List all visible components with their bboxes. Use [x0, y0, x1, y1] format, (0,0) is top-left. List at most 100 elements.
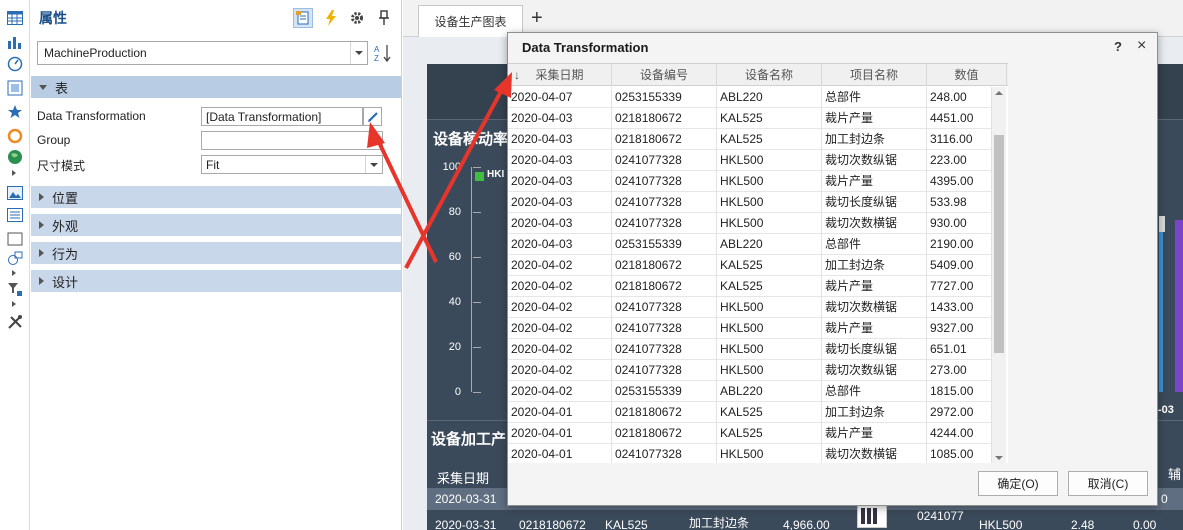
cell-value[interactable]: 930.00 [927, 213, 992, 234]
category-behavior[interactable]: 行为 [31, 242, 401, 264]
table-row[interactable]: 2020-04-02 0241077328 HKL500 裁切次数横锯 1433.00 [508, 297, 992, 318]
cell-equipment-name[interactable]: ABL220 [717, 234, 822, 255]
cell-date[interactable]: 2020-04-02 [508, 318, 612, 339]
cell-date[interactable]: 2020-04-03 [508, 213, 612, 234]
vertical-scrollbar[interactable] [992, 87, 1006, 463]
filter-tree-icon[interactable] [6, 280, 24, 298]
category-design[interactable]: 设计 [31, 270, 401, 292]
data-transformation-field[interactable]: [Data Transformation] [201, 107, 363, 126]
column-header-equipment-code[interactable]: 设备编号 [612, 64, 717, 86]
cell-value[interactable]: 1815.00 [927, 381, 992, 402]
cell-equipment-code[interactable]: 0218180672 [612, 129, 717, 150]
cell-date[interactable]: 2020-04-02 [508, 276, 612, 297]
tools-icon[interactable] [6, 313, 24, 331]
cell-date[interactable]: 2020-04-03 [508, 150, 612, 171]
table-row[interactable]: 2020-04-02 0241077328 HKL500 裁切长度纵锯 651.01 [508, 339, 992, 360]
cell-date[interactable]: 2020-04-02 [508, 339, 612, 360]
cell-item-name[interactable]: 裁切次数横锯 [822, 297, 927, 318]
table-row[interactable]: 2020-04-02 0218180672 KAL525 裁片产量 7727.00 [508, 276, 992, 297]
cell-item-name[interactable]: 裁切次数横锯 [822, 444, 927, 463]
add-tab-button[interactable]: + [531, 8, 543, 28]
cell-item-name[interactable]: 加工封边条 [822, 255, 927, 276]
cell-value[interactable]: 3116.00 [927, 129, 992, 150]
table-row[interactable]: 2020-04-03 0241077328 HKL500 裁片产量 4395.00 [508, 171, 992, 192]
rectangle-icon[interactable] [6, 230, 24, 248]
cell-equipment-code[interactable]: 0253155339 [612, 234, 717, 255]
edit-pencil-button[interactable] [363, 107, 382, 126]
cell-equipment-name[interactable]: KAL525 [717, 108, 822, 129]
table-row[interactable]: 2020-04-01 0218180672 KAL525 加工封边条 2972.00 [508, 402, 992, 423]
scroll-up-icon[interactable] [995, 91, 1003, 95]
cell-equipment-name[interactable]: KAL525 [717, 276, 822, 297]
cell-value[interactable]: 273.00 [927, 360, 992, 381]
cell-equipment-name[interactable]: KAL525 [717, 129, 822, 150]
cell-equipment-name[interactable]: ABL220 [717, 87, 822, 108]
donut-icon[interactable] [6, 127, 24, 145]
cell-equipment-code[interactable]: 0241077328 [612, 318, 717, 339]
expand-caret-icon[interactable] [12, 301, 16, 307]
close-icon[interactable]: × [1137, 37, 1146, 55]
table-row[interactable]: 2020-04-02 0253155339 ABL220 总部件 1815.00 [508, 381, 992, 402]
size-mode-select[interactable]: Fit [201, 155, 383, 174]
cell-item-name[interactable]: 裁片产量 [822, 171, 927, 192]
sort-az-icon[interactable]: AZ [373, 43, 393, 63]
cell-equipment-code[interactable]: 0253155339 [612, 381, 717, 402]
cell-equipment-name[interactable]: ABL220 [717, 381, 822, 402]
cell-equipment-name[interactable]: HKL500 [717, 192, 822, 213]
cell-item-name[interactable]: 总部件 [822, 234, 927, 255]
cell-value[interactable]: 4244.00 [927, 423, 992, 444]
cell-date[interactable]: 2020-04-02 [508, 381, 612, 402]
cell-item-name[interactable]: 裁片产量 [822, 318, 927, 339]
component-selector[interactable]: MachineProduction [37, 41, 368, 65]
cell-value[interactable]: 7727.00 [927, 276, 992, 297]
cell-item-name[interactable]: 裁切次数纵锯 [822, 150, 927, 171]
settings-gear-icon[interactable] [347, 8, 367, 28]
ok-button[interactable]: 确定(O) [978, 471, 1058, 496]
cell-value[interactable]: 223.00 [927, 150, 992, 171]
cell-date[interactable]: 2020-04-02 [508, 297, 612, 318]
table-row[interactable]: 2020-04-03 0241077328 HKL500 裁切次数纵锯 223.00 [508, 150, 992, 171]
cell-equipment-code[interactable]: 0241077328 [612, 360, 717, 381]
dropdown-arrow-icon[interactable] [350, 42, 367, 64]
table-row[interactable]: 2020-04-03 0241077328 HKL500 裁切长度纵锯 533.98 [508, 192, 992, 213]
cell-equipment-name[interactable]: HKL500 [717, 150, 822, 171]
cell-date[interactable]: 2020-04-03 [508, 129, 612, 150]
table-row[interactable]: 2020-04-02 0241077328 HKL500 裁片产量 9327.00 [508, 318, 992, 339]
cell-item-name[interactable]: 裁切长度纵锯 [822, 192, 927, 213]
cell-item-name[interactable]: 总部件 [822, 87, 927, 108]
column-header-value[interactable]: 数值 [927, 64, 1007, 86]
cell-date[interactable]: 2020-04-07 [508, 87, 612, 108]
cell-equipment-name[interactable]: HKL500 [717, 339, 822, 360]
category-table[interactable]: 表 [31, 76, 401, 98]
cell-equipment-name[interactable]: HKL500 [717, 444, 822, 463]
cell-equipment-code[interactable]: 0241077328 [612, 339, 717, 360]
cell-equipment-code[interactable]: 0218180672 [612, 108, 717, 129]
pin-icon[interactable] [374, 8, 394, 28]
scrollbar-thumb[interactable] [994, 135, 1004, 353]
cell-value[interactable]: 533.98 [927, 192, 992, 213]
cell-equipment-code[interactable]: 0218180672 [612, 255, 717, 276]
cell-item-name[interactable]: 裁切长度纵锯 [822, 339, 927, 360]
cell-date[interactable]: 2020-04-03 [508, 234, 612, 255]
cell-equipment-code[interactable]: 0218180672 [612, 423, 717, 444]
cell-item-name[interactable]: 加工封边条 [822, 402, 927, 423]
table-row[interactable]: 2020-04-03 0218180672 KAL525 裁片产量 4451.00 [508, 108, 992, 129]
cell-value[interactable]: 248.00 [927, 87, 992, 108]
cell-value[interactable]: 2972.00 [927, 402, 992, 423]
panel-icon[interactable] [6, 206, 24, 224]
table-row[interactable]: 2020-04-03 0241077328 HKL500 裁切次数横锯 930.00 [508, 213, 992, 234]
table-row[interactable]: 2020-04-01 0218180672 KAL525 裁片产量 4244.00 [508, 423, 992, 444]
cell-equipment-code[interactable]: 0218180672 [612, 276, 717, 297]
table-row[interactable]: 2020-04-02 0218180672 KAL525 加工封边条 5409.00 [508, 255, 992, 276]
column-header-date[interactable]: 采集日期 [508, 64, 612, 86]
expand-caret-icon[interactable] [12, 170, 16, 176]
cell-date[interactable]: 2020-04-01 [508, 423, 612, 444]
cell-value[interactable]: 4395.00 [927, 171, 992, 192]
cell-value[interactable]: 2190.00 [927, 234, 992, 255]
table-row[interactable]: 2020-04-03 0218180672 KAL525 加工封边条 3116.00 [508, 129, 992, 150]
cell-equipment-name[interactable]: KAL525 [717, 423, 822, 444]
cell-item-name[interactable]: 裁切次数横锯 [822, 213, 927, 234]
table-row[interactable]: 2020-04-02 0241077328 HKL500 裁切次数纵锯 273.00 [508, 360, 992, 381]
help-button[interactable]: ? [1114, 39, 1122, 54]
cell-equipment-code[interactable]: 0241077328 [612, 213, 717, 234]
